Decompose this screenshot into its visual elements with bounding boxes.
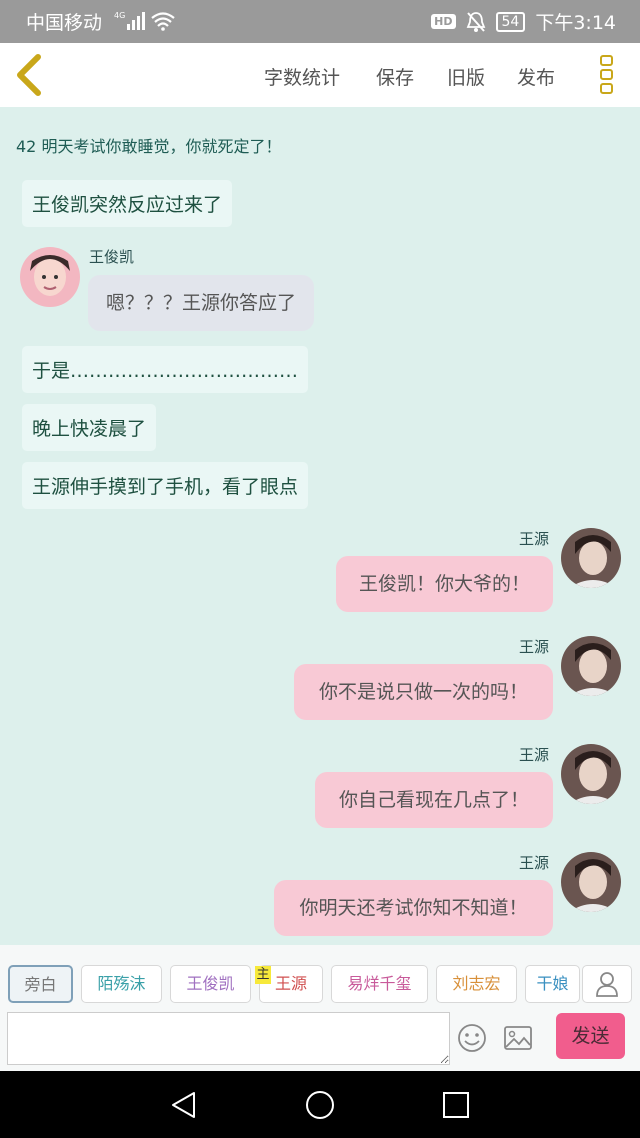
- message-bubble-right[interactable]: 你自己看现在几点了！: [315, 772, 553, 828]
- publish-button[interactable]: 发布: [517, 63, 555, 90]
- status-bar: 中国移动 4G HD 54 下午3:14: [0, 0, 640, 43]
- avatar-wang-junkai[interactable]: [20, 247, 80, 307]
- send-button[interactable]: 发送: [556, 1013, 625, 1059]
- role-liu-zhihong[interactable]: 刘志宏: [436, 965, 517, 1003]
- avatar-image: [561, 528, 621, 588]
- speaker-name: 王源: [519, 530, 550, 548]
- signal-wifi-icon: 4G: [114, 11, 175, 31]
- role-narrator[interactable]: 旁白: [8, 965, 73, 1003]
- role-yi-yang-qianxi[interactable]: 易烊千玺: [331, 965, 428, 1003]
- battery-icon: 54: [495, 11, 526, 32]
- nav-recents-icon[interactable]: [442, 1091, 470, 1119]
- clock: 下午3:14: [535, 12, 616, 34]
- host-badge: 主: [255, 966, 271, 984]
- add-role-button[interactable]: [582, 965, 632, 1003]
- speaker-name: 王源: [519, 854, 550, 872]
- narration-bubble[interactable]: 王俊凯突然反应过来了: [22, 180, 233, 227]
- speaker-name: 王源: [519, 746, 550, 764]
- back-arrow-icon[interactable]: [12, 53, 52, 97]
- svg-text:4G: 4G: [114, 11, 125, 20]
- save-button[interactable]: 保存: [376, 63, 414, 90]
- chat-area[interactable]: 42 明天考试你敢睡觉，你就死定了！ 王俊凯突然反应过来了 王俊凯 嗯？？？王源…: [0, 107, 640, 945]
- word-count-button[interactable]: 字数统计: [264, 63, 340, 90]
- chapter-title: 42 明天考试你敢睡觉，你就死定了！: [16, 137, 282, 156]
- bell-muted-icon: [466, 11, 485, 32]
- narration-bubble[interactable]: 于是………………………………: [22, 346, 309, 393]
- avatar-wang-yuan[interactable]: [561, 528, 621, 588]
- speaker-name: 王俊凯: [89, 248, 135, 266]
- more-menu-icon[interactable]: [600, 55, 618, 97]
- input-bar: 发送: [0, 1007, 640, 1071]
- role-selector: 旁白 陌殇沫 王俊凯 王源 易烊千玺 刘志宏 干娘: [0, 945, 640, 1007]
- avatar-image: [20, 247, 80, 307]
- message-bubble-right[interactable]: 你明天还考试你知不知道！: [274, 880, 553, 936]
- emoji-icon[interactable]: [457, 1023, 487, 1053]
- role-gan-niang[interactable]: 干娘: [525, 965, 580, 1003]
- role-wang-junkai[interactable]: 王俊凯: [170, 965, 251, 1003]
- nav-back-icon[interactable]: [170, 1091, 198, 1119]
- avatar-wang-yuan[interactable]: [561, 852, 621, 912]
- hd-icon: HD: [431, 14, 456, 29]
- nav-home-icon[interactable]: [304, 1089, 336, 1121]
- app-header: 字数统计 保存 旧版 发布: [0, 43, 640, 107]
- image-icon[interactable]: [503, 1025, 533, 1051]
- avatar-image: [561, 636, 621, 696]
- avatar-wang-yuan[interactable]: [561, 744, 621, 804]
- carrier-label: 中国移动: [26, 12, 103, 34]
- old-version-button[interactable]: 旧版: [447, 63, 485, 90]
- narration-bubble[interactable]: 王源伸手摸到了手机，看了眼点: [22, 462, 309, 509]
- message-bubble-right[interactable]: 王俊凯！你大爷的！: [336, 556, 553, 612]
- user-icon: [596, 972, 618, 997]
- message-bubble-right[interactable]: 你不是说只做一次的吗！: [294, 664, 553, 720]
- message-bubble-left[interactable]: 嗯？？？王源你答应了: [88, 275, 315, 331]
- narration-bubble[interactable]: 晚上快凌晨了: [22, 404, 157, 451]
- avatar-wang-yuan[interactable]: [561, 636, 621, 696]
- role-mo-shang-mo[interactable]: 陌殇沫: [81, 965, 162, 1003]
- speaker-name: 王源: [519, 638, 550, 656]
- avatar-image: [561, 744, 621, 804]
- avatar-image: [561, 852, 621, 912]
- system-nav-bar: [0, 1071, 640, 1138]
- message-input[interactable]: [7, 1012, 450, 1065]
